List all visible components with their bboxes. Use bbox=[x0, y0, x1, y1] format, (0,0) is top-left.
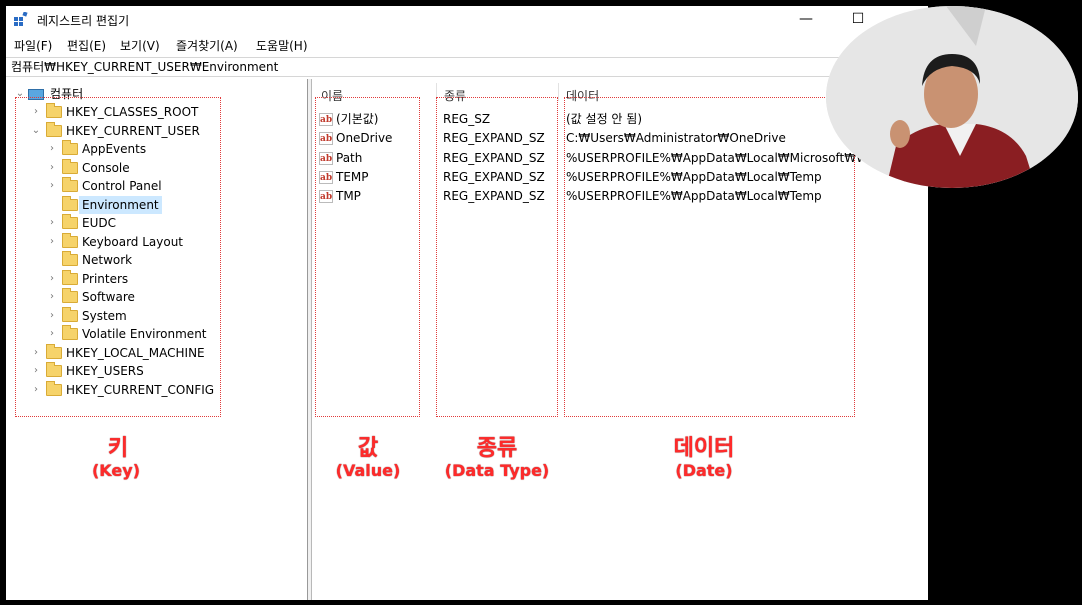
menu-view[interactable]: 보기(V) bbox=[120, 37, 160, 54]
window-title: 레지스트리 편집기 bbox=[37, 14, 130, 28]
annotation-value-subtitle: (Value) bbox=[335, 461, 401, 480]
annotation-data-subtitle: (Date) bbox=[675, 461, 733, 480]
key-highlight-box bbox=[15, 97, 221, 417]
annotation-value-title: 값 bbox=[357, 436, 379, 461]
menu-edit[interactable]: 편집(E) bbox=[67, 37, 106, 54]
registry-editor-icon bbox=[14, 12, 28, 26]
value-highlight-box bbox=[315, 97, 420, 417]
annotation-type-title: 종류 bbox=[476, 436, 518, 461]
webcam-overlay bbox=[826, 6, 1078, 188]
column-divider[interactable] bbox=[558, 83, 559, 101]
type-highlight-box bbox=[436, 97, 558, 417]
annotation-type-subtitle: (Data Type) bbox=[444, 461, 550, 480]
menu-help[interactable]: 도움말(H) bbox=[256, 37, 308, 54]
menu-favorites[interactable]: 즐겨찾기(A) bbox=[176, 37, 238, 54]
menu-file[interactable]: 파일(F) bbox=[14, 37, 52, 54]
pane-splitter[interactable] bbox=[308, 79, 312, 600]
title-bar: 레지스트리 편집기 — ☐ bbox=[6, 6, 928, 32]
data-highlight-box bbox=[564, 97, 855, 417]
minimize-button[interactable]: — bbox=[786, 8, 826, 30]
presenter-video bbox=[826, 6, 1078, 188]
address-bar[interactable]: 컴퓨터₩HKEY_CURRENT_USER₩Environment bbox=[6, 57, 928, 77]
annotation-key-subtitle: (Key) bbox=[91, 461, 141, 480]
annotation-data-title: 데이터 bbox=[673, 436, 735, 461]
menu-bar: 파일(F) 편집(E) 보기(V) 즐겨찾기(A) 도움말(H) bbox=[6, 34, 928, 56]
registry-editor-window: 레지스트리 편집기 — ☐ 파일(F) 편집(E) 보기(V) 즐겨찾기(A) … bbox=[6, 6, 928, 600]
annotation-key-title: 키 bbox=[107, 436, 129, 461]
